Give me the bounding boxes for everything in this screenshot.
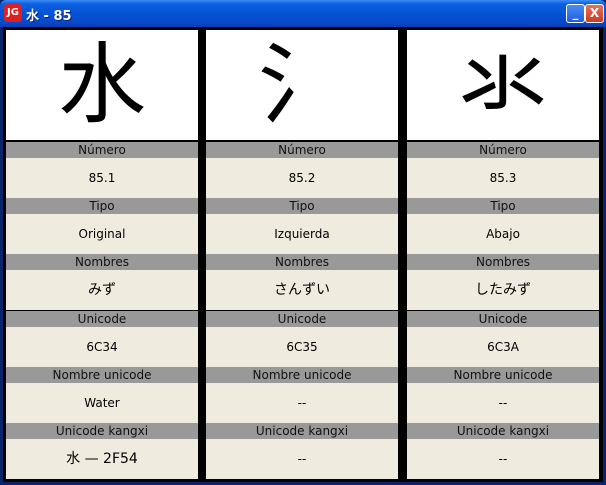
field-label-unicode: Unicode	[6, 311, 198, 327]
field-value-tipo: Original	[6, 214, 198, 254]
field-value-numero: 85.3	[407, 158, 599, 198]
minimize-button[interactable]: _	[566, 4, 585, 23]
field-label-numero: Número	[6, 142, 198, 158]
kanji-glyph: 氵	[257, 33, 346, 136]
field-value-nombres: したみず	[407, 270, 599, 310]
field-value-nombre-unicode: Water	[6, 383, 198, 423]
field-value-numero: 85.1	[6, 158, 198, 198]
field-label-tipo: Tipo	[407, 198, 599, 214]
window-title: 水 - 85	[26, 9, 72, 24]
variant-column-3: 氺 Número 85.3 Tipo Abajo Nombres したみず Un…	[407, 27, 599, 482]
character-display: 氵	[206, 30, 398, 140]
variant-column-1: 水 Número 85.1 Tipo Original Nombres みず U…	[6, 27, 198, 482]
field-value-unicode-kangxi: --	[407, 439, 599, 479]
field-label-unicode: Unicode	[206, 311, 398, 327]
radical-window: JG 水 - 85 _ X 水 Número 85.1 Tipo Origina…	[0, 0, 606, 485]
variant-column-2: 氵 Número 85.2 Tipo Izquierda Nombres さんず…	[206, 27, 398, 482]
field-label-nombre-unicode: Nombre unicode	[407, 367, 599, 383]
field-value-unicode-kangxi: --	[206, 439, 398, 479]
kanji-glyph: 水	[57, 33, 146, 136]
field-value-unicode: 6C34	[6, 327, 198, 367]
field-value-nombres: みず	[6, 270, 198, 310]
field-value-numero: 85.2	[206, 158, 398, 198]
field-label-nombres: Nombres	[206, 254, 398, 270]
field-label-tipo: Tipo	[6, 198, 198, 214]
field-label-unicode-kangxi: Unicode kangxi	[6, 423, 198, 439]
field-value-nombre-unicode: --	[407, 383, 599, 423]
field-value-unicode-kangxi: 水 — 2F54	[6, 439, 198, 479]
field-value-tipo: Abajo	[407, 214, 599, 254]
field-value-tipo: Izquierda	[206, 214, 398, 254]
field-label-nombres: Nombres	[6, 254, 198, 270]
field-label-numero: Número	[206, 142, 398, 158]
field-label-unicode-kangxi: Unicode kangxi	[407, 423, 599, 439]
field-value-nombre-unicode: --	[206, 383, 398, 423]
kanji-glyph: 氺	[458, 33, 547, 136]
character-display: 氺	[407, 30, 599, 140]
field-value-unicode: 6C3A	[407, 327, 599, 367]
character-display: 水	[6, 30, 198, 140]
title-bar[interactable]: JG 水 - 85 _ X	[0, 0, 606, 27]
field-label-unicode-kangxi: Unicode kangxi	[206, 423, 398, 439]
app-logo-icon[interactable]: JG	[4, 4, 22, 22]
field-label-nombre-unicode: Nombre unicode	[206, 367, 398, 383]
field-label-tipo: Tipo	[206, 198, 398, 214]
field-value-unicode: 6C35	[206, 327, 398, 367]
field-label-numero: Número	[407, 142, 599, 158]
field-label-nombres: Nombres	[407, 254, 599, 270]
field-value-nombres: さんずい	[206, 270, 398, 310]
radical-variants-panel: 水 Número 85.1 Tipo Original Nombres みず U…	[3, 27, 603, 482]
close-button[interactable]: X	[585, 4, 604, 23]
field-label-nombre-unicode: Nombre unicode	[6, 367, 198, 383]
field-label-unicode: Unicode	[407, 311, 599, 327]
